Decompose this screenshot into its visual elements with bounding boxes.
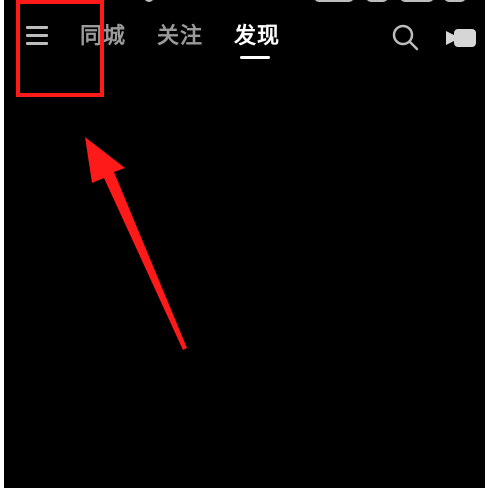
tab-discover[interactable]: 发现 bbox=[234, 24, 280, 50]
status-icon bbox=[314, 0, 354, 2]
status-icon bbox=[366, 0, 388, 2]
app-screen: 同城 关注 发现 bbox=[4, 0, 485, 488]
annotation-highlight-box bbox=[16, 0, 104, 97]
status-icon bbox=[144, 0, 154, 2]
status-icon bbox=[400, 0, 434, 2]
active-tab-indicator bbox=[240, 56, 270, 59]
status-icon bbox=[444, 0, 466, 2]
search-icon[interactable] bbox=[390, 22, 420, 52]
tab-following[interactable]: 关注 bbox=[157, 24, 203, 50]
video-camera-icon[interactable] bbox=[444, 26, 480, 50]
